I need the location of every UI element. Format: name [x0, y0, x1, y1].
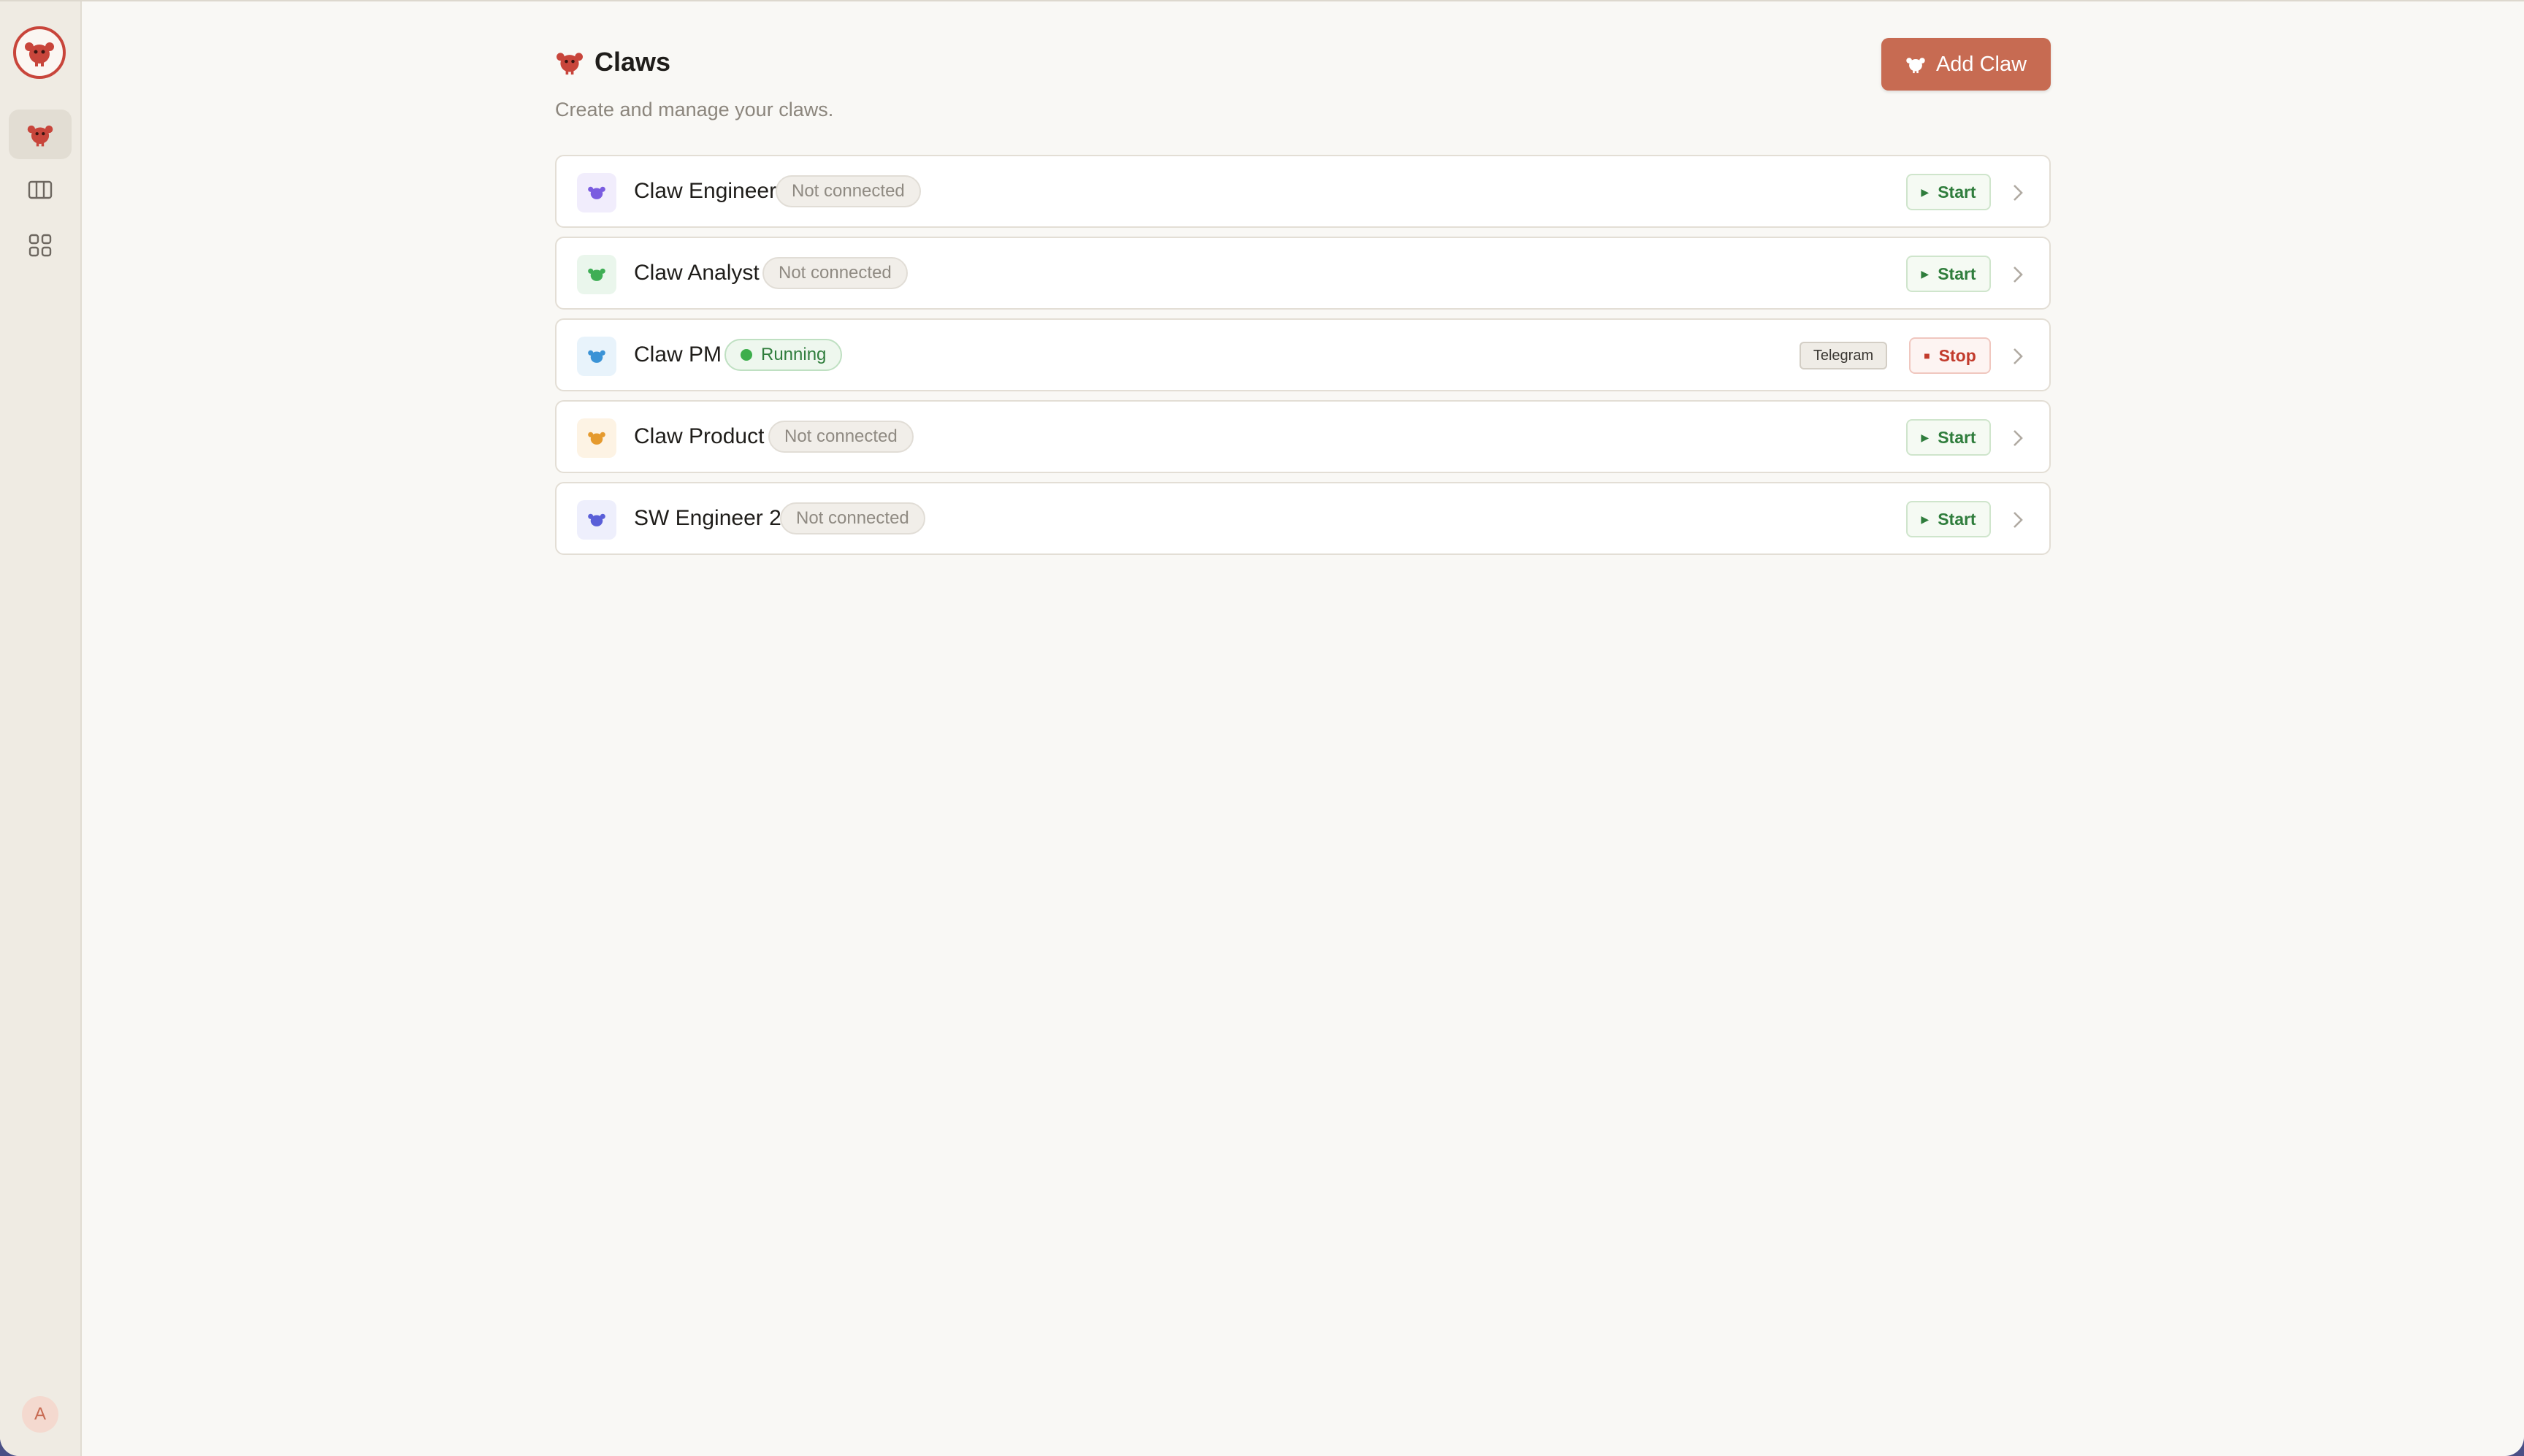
app-logo[interactable] [13, 26, 66, 79]
claw-icon [588, 513, 605, 526]
stop-icon: ■ [1924, 350, 1930, 361]
claw-name: Claw Product [634, 424, 765, 448]
user-avatar[interactable]: A [22, 1396, 58, 1433]
stop-button[interactable]: ■ Stop [1909, 337, 1991, 374]
status-badge: Running [724, 339, 843, 371]
claw-row[interactable]: Claw PM Running Telegram ■ Stop [555, 318, 2051, 391]
claw-avatar [577, 337, 616, 376]
page-header: Claws [555, 47, 670, 77]
columns-icon [28, 180, 53, 199]
play-icon: ▶ [1921, 431, 1930, 443]
play-icon: ▶ [1921, 513, 1930, 525]
start-button[interactable]: ▶ Start [1906, 256, 1991, 292]
page-title: Claws [594, 47, 671, 77]
claw-row[interactable]: Claw Engineer Not connected ▶ Start [555, 155, 2051, 228]
chevron-right-icon[interactable] [2007, 178, 2029, 207]
play-icon: ▶ [1921, 185, 1930, 198]
claw-list: Claw Engineer Not connected ▶ Start Claw … [555, 155, 2052, 564]
app-window: A Claws Create and manage your claws. Ad… [0, 0, 2524, 1456]
status-badge: Not connected [768, 421, 914, 453]
status-badge: Not connected [776, 175, 921, 207]
sidebar: A [0, 1, 82, 1456]
chevron-right-icon[interactable] [2007, 342, 2029, 371]
sidebar-item-claws[interactable] [9, 110, 72, 159]
claw-icon [588, 186, 605, 199]
play-icon: ▶ [1921, 267, 1930, 280]
claw-name: Claw PM [634, 342, 722, 367]
claw-avatar [577, 418, 616, 458]
page-subtitle: Create and manage your claws. [555, 99, 834, 120]
claw-icon [588, 432, 605, 445]
claw-row[interactable]: Claw Analyst Not connected ▶ Start [555, 237, 2051, 310]
start-button[interactable]: ▶ Start [1906, 174, 1991, 210]
claw-icon [27, 125, 53, 147]
add-claw-button[interactable]: Add Claw [1881, 38, 2051, 91]
sidebar-item-apps[interactable] [9, 221, 72, 270]
claw-name: Claw Analyst [634, 261, 760, 285]
running-dot-icon [741, 349, 752, 361]
claw-logo-icon [25, 42, 54, 66]
status-badge: Not connected [762, 257, 908, 289]
grid-icon [28, 234, 52, 257]
chevron-right-icon[interactable] [2007, 505, 2029, 534]
start-button[interactable]: ▶ Start [1906, 501, 1991, 537]
claw-icon [588, 350, 605, 363]
chevron-right-icon[interactable] [2007, 260, 2029, 289]
channel-tag: Telegram [1800, 342, 1887, 369]
claw-row[interactable]: SW Engineer 2 Not connected ▶ Start [555, 482, 2051, 555]
claw-row[interactable]: Claw Product Not connected ▶ Start [555, 400, 2051, 473]
chevron-right-icon[interactable] [2007, 424, 2029, 453]
claw-avatar [577, 173, 616, 212]
claw-icon [1906, 58, 1925, 74]
claw-avatar [577, 500, 616, 540]
claw-name: Claw Engineer [634, 179, 777, 203]
status-badge: Not connected [780, 502, 925, 534]
claw-icon [557, 53, 583, 75]
claw-icon [588, 268, 605, 281]
claw-avatar [577, 255, 616, 294]
add-claw-label: Add Claw [1935, 52, 2027, 76]
start-button[interactable]: ▶ Start [1906, 419, 1991, 456]
claw-name: SW Engineer 2 [634, 506, 781, 530]
sidebar-item-board[interactable] [9, 165, 72, 215]
